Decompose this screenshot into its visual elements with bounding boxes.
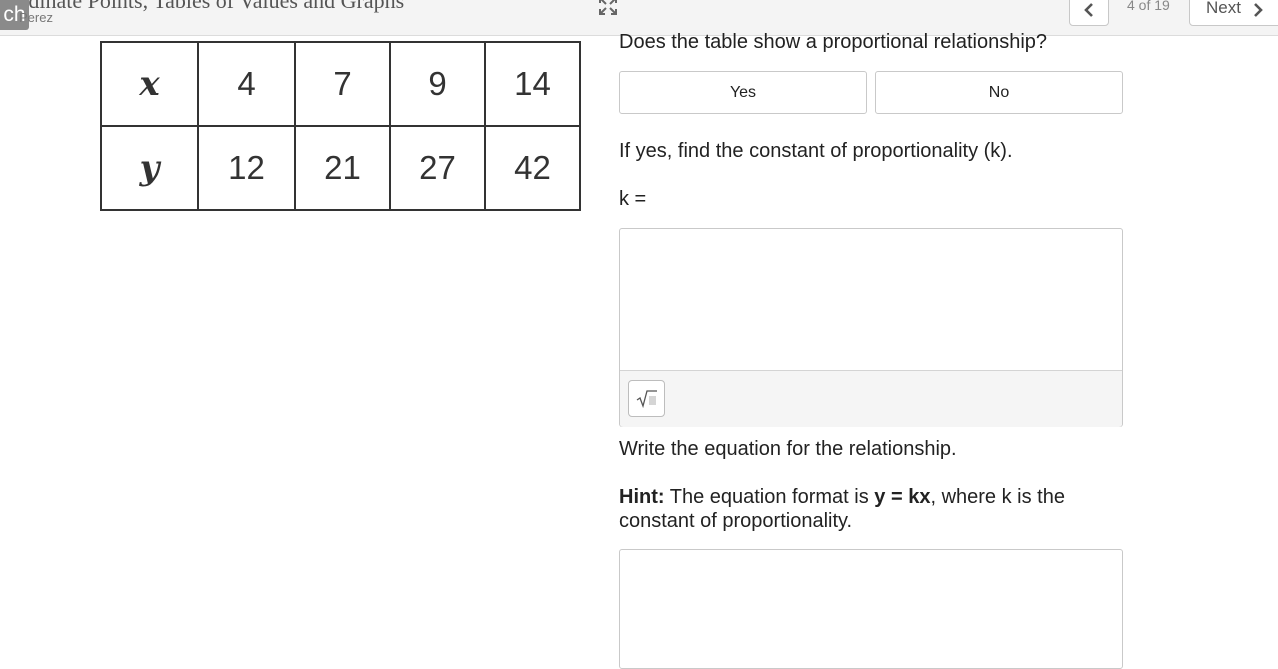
chevron-left-icon (1084, 3, 1093, 17)
table-cell: 7 (294, 41, 391, 127)
table-cell: 9 (389, 41, 486, 127)
page-counter: 4 of 19 (1127, 0, 1170, 13)
table-cell: 12 (197, 125, 296, 211)
author-name: Perez (19, 10, 53, 25)
hint-text: Hint: The equation format is y = kx, whe… (619, 485, 1099, 533)
hint-formula: y = kx (874, 486, 931, 508)
table-cell: 14 (484, 41, 581, 127)
values-table: x 4 7 9 14 y 12 21 27 42 (100, 41, 581, 211)
question-constant-prompt: If yes, find the constant of proportiona… (619, 140, 1013, 162)
table-row-y: y 12 21 27 42 (100, 125, 581, 211)
assignment-title: ordinate Points, Tables of Values and Gr… (10, 0, 405, 13)
table-cell: x (100, 41, 199, 127)
equation-answer-field[interactable] (619, 549, 1123, 669)
hint-label: Hint: (619, 486, 665, 508)
next-button-label: Next (1206, 0, 1241, 17)
yes-option-button[interactable]: Yes (619, 71, 867, 114)
no-option-button[interactable]: No (875, 71, 1123, 114)
answer-toolbar (620, 370, 1122, 427)
table-cell: 4 (197, 41, 296, 127)
previous-button[interactable] (1069, 0, 1109, 26)
table-cell: 42 (484, 125, 581, 211)
question-equation-prompt: Write the equation for the relationship. (619, 438, 957, 460)
next-button[interactable]: Next (1189, 0, 1278, 26)
k-answer-field[interactable] (619, 228, 1123, 427)
square-root-icon (636, 390, 657, 408)
table-cell: 21 (294, 125, 391, 211)
question-proportional-prompt: Does the table show a proportional relat… (619, 31, 1048, 53)
k-label: k = (619, 188, 647, 210)
table-cell: 27 (389, 125, 486, 211)
table-cell: y (100, 125, 199, 211)
hint-text-part: The equation format is (664, 486, 875, 508)
table-row-x: x 4 7 9 14 (100, 41, 581, 127)
chevron-right-icon (1254, 3, 1263, 17)
expand-icon[interactable] (598, 0, 618, 16)
math-input-button[interactable] (628, 380, 665, 417)
